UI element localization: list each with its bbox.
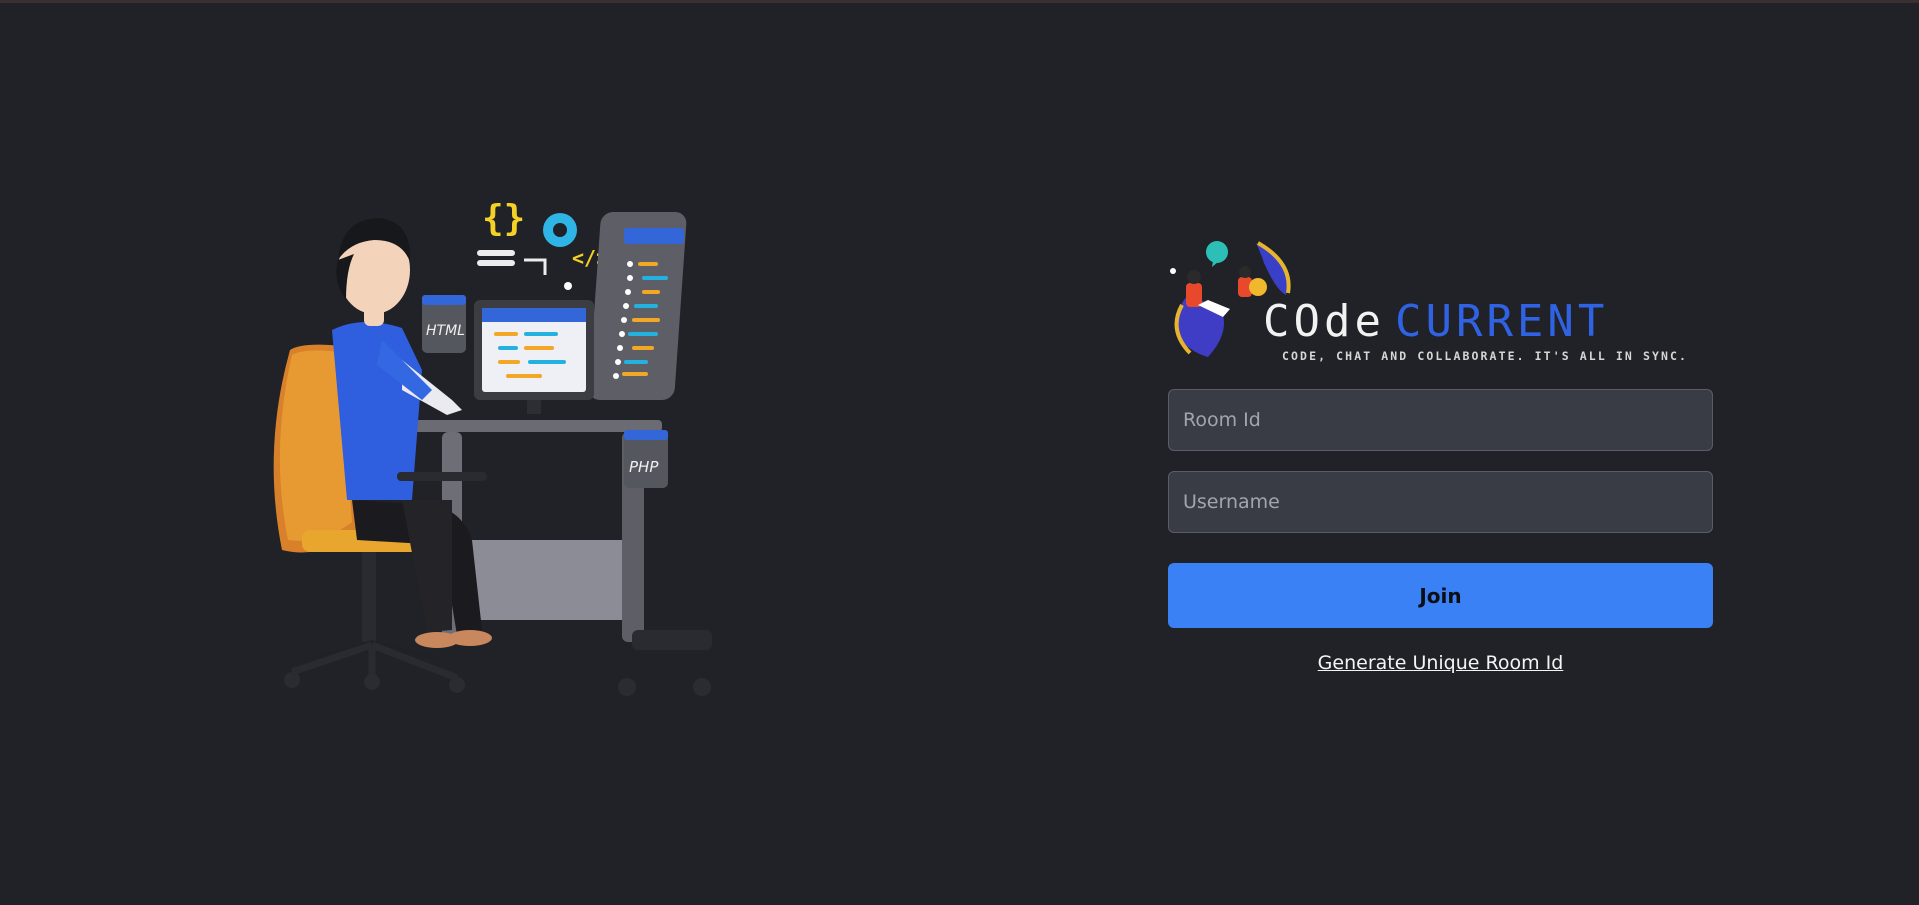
top-border — [0, 0, 1919, 3]
developer-illustration: {} </> HTML PHP — [262, 200, 722, 710]
generate-room-id-link[interactable]: Generate Unique Room Id — [1168, 652, 1713, 674]
join-panel: COde CURRENT CODE, CHAT AND COLLABORATE. … — [1168, 235, 1713, 674]
login-page: {} </> HTML PHP COde CURRENT CODE, CHAT … — [0, 0, 1919, 905]
html-badge: HTML — [422, 295, 466, 353]
brand-word-primary: COde — [1263, 296, 1385, 347]
monitor-icon — [474, 300, 594, 414]
brand-tagline: CODE, CHAT AND COLLABORATE. IT'S ALL IN … — [1282, 349, 1689, 363]
room-id-input[interactable] — [1168, 389, 1713, 451]
braces-icon: {} — [482, 200, 525, 239]
gear-icon — [543, 213, 577, 247]
brand-logo: COde CURRENT CODE, CHAT AND COLLABORATE. … — [1168, 235, 1713, 365]
username-input[interactable] — [1168, 471, 1713, 533]
svg-text:HTML: HTML — [426, 323, 465, 339]
svg-text:PHP: PHP — [629, 458, 659, 476]
brand-wordmark: COde CURRENT — [1263, 296, 1608, 347]
brand-word-secondary: CURRENT — [1394, 296, 1609, 347]
php-badge: PHP — [624, 430, 668, 488]
join-button[interactable]: Join — [1168, 563, 1713, 628]
code-panel-icon — [588, 212, 687, 400]
